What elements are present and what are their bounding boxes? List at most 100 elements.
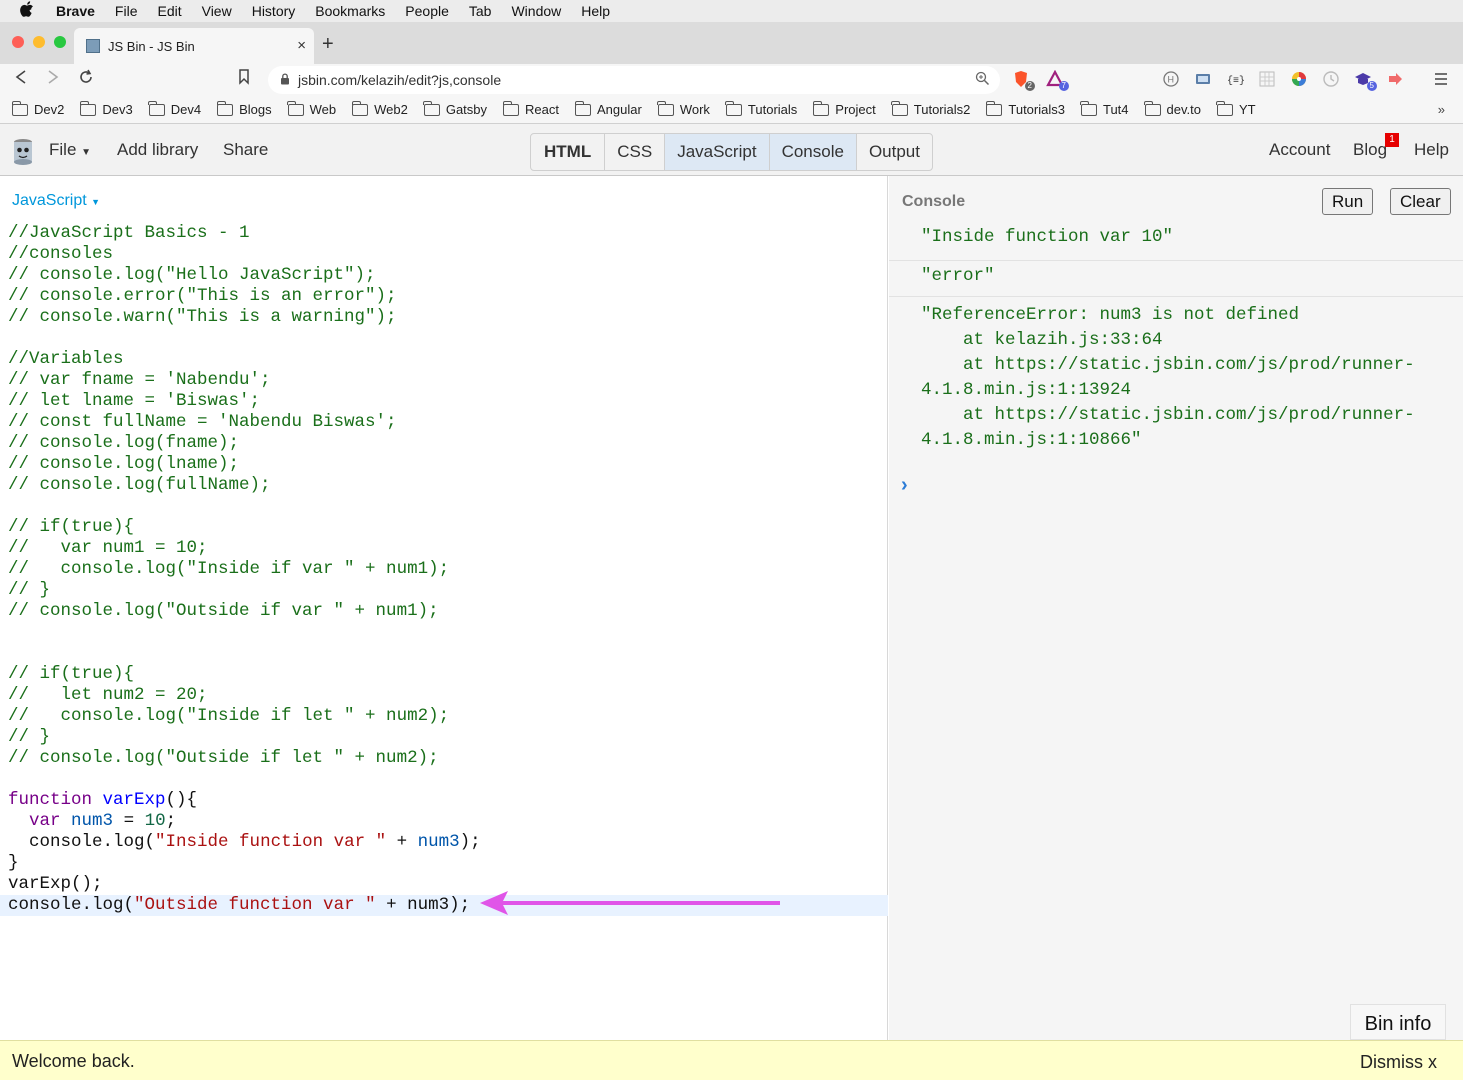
folder-icon (1144, 100, 1161, 116)
brave-shields-icon[interactable]: 2 (1012, 70, 1035, 91)
extension-h-icon[interactable]: H (1162, 70, 1180, 88)
caret-down-icon: ▼ (91, 197, 101, 207)
tab-javascript[interactable]: JavaScript (665, 134, 770, 170)
bookmark-folder[interactable]: Tutorials3 (985, 100, 1065, 117)
reload-icon[interactable] (78, 69, 94, 90)
code-line: // console.log(fullName); (8, 475, 271, 495)
code-line: // console.log(fname); (8, 433, 240, 453)
menu-edit[interactable]: Edit (157, 3, 181, 19)
forward-icon[interactable] (46, 69, 60, 90)
console-output-line: "Inside function var 10" (921, 227, 1174, 247)
dismiss-button[interactable]: Dismiss x (1360, 1052, 1437, 1073)
javascript-editor-panel[interactable]: JavaScript ▼ //JavaScript Basics - 1 //c… (0, 176, 888, 1040)
menu-window[interactable]: Window (511, 3, 561, 19)
string-literal: "Inside function var " (155, 832, 387, 852)
tab-output[interactable]: Output (857, 134, 932, 170)
bookmark-label: Blogs (239, 102, 272, 117)
menu-help[interactable]: Help (581, 3, 610, 19)
extension-share-icon[interactable] (1386, 70, 1404, 88)
console-prompt-icon[interactable]: › (901, 474, 908, 497)
menu-app-brave[interactable]: Brave (56, 3, 95, 19)
bookmarks-overflow-icon[interactable]: » (1438, 102, 1445, 117)
window-close-button[interactable] (12, 36, 24, 48)
bookmark-folder[interactable]: Dev4 (148, 100, 201, 117)
folder-icon (148, 100, 165, 116)
tab-close-icon[interactable]: × (297, 37, 306, 54)
tab-console[interactable]: Console (769, 134, 857, 170)
account-link[interactable]: Account (1269, 140, 1330, 160)
back-icon[interactable] (14, 69, 28, 90)
menu-tab[interactable]: Tab (469, 3, 492, 19)
bookmark-label: React (525, 102, 559, 117)
brave-rewards-icon[interactable]: 7 (1046, 69, 1069, 91)
bookmark-folder[interactable]: Tut4 (1080, 100, 1129, 117)
tab-css[interactable]: CSS (605, 134, 666, 170)
bookmark-folder[interactable]: YT (1216, 100, 1256, 117)
share-button[interactable]: Share (223, 140, 268, 160)
bookmark-folder[interactable]: Work (657, 100, 710, 117)
language-selector[interactable]: JavaScript ▼ (12, 192, 100, 210)
menu-bookmarks[interactable]: Bookmarks (315, 3, 385, 19)
code-line-var-decl: var num3 = 10; (0, 811, 888, 832)
bookmark-folder[interactable]: Blogs (216, 100, 272, 117)
new-tab-button[interactable]: + (322, 33, 334, 56)
window-minimize-button[interactable] (33, 36, 45, 48)
bookmark-folder[interactable]: Tutorials2 (891, 100, 970, 117)
jsbin-logo-icon[interactable] (12, 138, 34, 166)
zoom-icon[interactable] (975, 71, 990, 89)
extension-color-wheel-icon[interactable] (1290, 70, 1308, 88)
bookmark-folder[interactable]: Dev2 (11, 100, 64, 117)
browser-tab[interactable]: JS Bin - JS Bin × (74, 28, 314, 64)
address-bar[interactable]: jsbin.com/kelazih/edit?js,console (268, 66, 1000, 94)
menu-file[interactable]: File (115, 3, 138, 19)
shields-count-badge: 2 (1024, 81, 1035, 91)
bookmark-folder[interactable]: React (502, 100, 559, 117)
clear-button[interactable]: Clear (1390, 188, 1451, 215)
code-line-inside-log: console.log("Inside function var " + num… (0, 832, 888, 853)
browser-tabbar: JS Bin - JS Bin × + (0, 22, 1463, 64)
run-button[interactable]: Run (1322, 188, 1374, 215)
console-output-line: "error" (921, 266, 995, 286)
bookmark-folder[interactable]: Web2 (351, 100, 408, 117)
variable-name: num3 (71, 811, 114, 831)
tab-html[interactable]: HTML (531, 134, 606, 170)
console-output-line: at https://static.jsbin.com/js/prod/runn… (921, 405, 1415, 425)
folder-icon (502, 100, 520, 116)
menu-people[interactable]: People (405, 3, 449, 19)
extension-json-icon[interactable]: {≡} (1226, 70, 1245, 88)
bookmark-label: dev.to (1166, 102, 1201, 117)
blog-link[interactable]: Blog (1353, 140, 1387, 160)
bookmark-folder[interactable]: Project (812, 100, 876, 117)
file-menu-button[interactable]: File ▼ (49, 140, 91, 160)
extension-screen-icon[interactable] (1194, 70, 1212, 88)
code-line: // console.log("Outside if var " + num1)… (8, 601, 439, 621)
code-area[interactable]: //JavaScript Basics - 1 //consoles // co… (0, 223, 888, 916)
bookmark-folder[interactable]: Web (287, 100, 336, 117)
bookmark-folder[interactable]: dev.to (1144, 100, 1201, 117)
extension-graduation-icon[interactable]: 5 (1354, 70, 1377, 91)
bookmark-folder[interactable]: Gatsby (423, 100, 487, 117)
menu-view[interactable]: View (202, 3, 232, 19)
code-line: // console.log(lname); (8, 454, 240, 474)
bin-info-button[interactable]: Bin info (1350, 1004, 1446, 1040)
log-close: ); (459, 832, 481, 852)
bookmark-folder[interactable]: Angular (574, 100, 642, 117)
window-zoom-button[interactable] (54, 36, 66, 48)
rewards-count-badge: 7 (1058, 81, 1069, 91)
url-text: jsbin.com/kelazih/edit?js,console (298, 72, 502, 88)
browser-menu-icon[interactable] (1432, 70, 1450, 88)
bookmark-icon[interactable] (238, 69, 250, 90)
extension-grid-icon[interactable] (1258, 70, 1276, 88)
semicolon: ; (165, 811, 177, 831)
apple-icon[interactable] (20, 1, 38, 21)
bookmark-folder[interactable]: Dev3 (79, 100, 133, 117)
extension-clock-icon[interactable] (1322, 70, 1340, 88)
lock-icon (280, 72, 290, 88)
bookmark-label: YT (1238, 102, 1256, 117)
help-link[interactable]: Help (1414, 140, 1449, 160)
menu-history[interactable]: History (252, 3, 296, 19)
add-library-button[interactable]: Add library (117, 140, 198, 160)
bookmark-folder[interactable]: Tutorials (725, 100, 797, 117)
